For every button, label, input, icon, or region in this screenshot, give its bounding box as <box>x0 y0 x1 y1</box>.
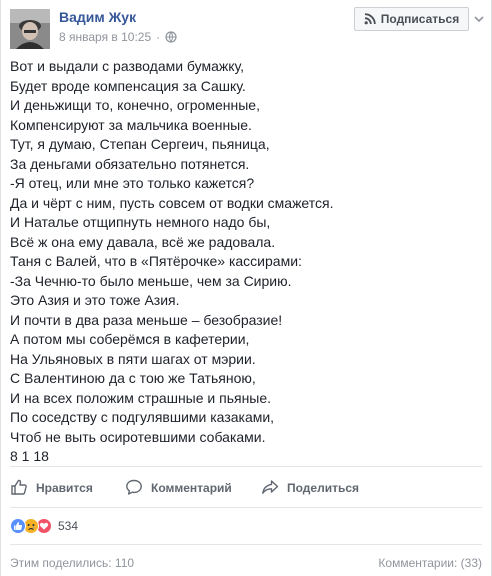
post-text: Вот и выдали с разводами бумажку, Будет в… <box>10 57 480 467</box>
comment-label: Комментарий <box>151 481 232 495</box>
post-text-line: 8 1 18 <box>10 448 49 464</box>
post-text-line: Тут, я думаю, Степан Сергеич, пьяница, <box>10 136 270 152</box>
comment-button[interactable]: Комментарий <box>125 474 232 502</box>
reactions-summary[interactable]: 534 <box>10 517 78 535</box>
post-text-line: На Ульяновых в пяти шагах от мэрии. <box>10 350 256 367</box>
post-footer: Этим поделились: 110 Комментарии: (33) <box>10 552 482 572</box>
rss-icon <box>364 13 376 25</box>
post-text-line: Всё ж она ему давала, всё же радовала. <box>10 233 276 250</box>
reaction-count: 534 <box>58 519 79 533</box>
post-text-line: За деньгами обязательно потянется. <box>10 155 250 172</box>
thumbs-up-icon <box>10 478 36 499</box>
globe-icon[interactable] <box>165 31 177 43</box>
post-text-line: И почти в два раза меньше – безобразие! <box>10 311 283 328</box>
footer-divider <box>10 544 482 545</box>
subscribe-button[interactable]: Подписаться <box>354 7 469 31</box>
post-text-line: И Наталье отщипнуть немного надо бы, <box>10 214 271 230</box>
like-label: Нравится <box>36 481 93 495</box>
share-label: Поделиться <box>287 481 360 495</box>
like-icon <box>10 518 26 534</box>
post-text-line: -Я отец, или мне это только кажется? <box>10 175 255 191</box>
post-text-line: Это Азия и это тоже Азия. <box>10 292 180 308</box>
avatar[interactable] <box>10 9 50 49</box>
post-text-line: Будет вроде компенсация за Сашку. <box>10 77 246 94</box>
post-text-line: -За Чечню-то было меньше, чем за Сирию. <box>10 272 292 289</box>
post-text-line: Компенсируют за мальчика военные. <box>10 116 252 133</box>
like-button[interactable]: Нравится <box>10 474 93 502</box>
shares-count[interactable]: Этим поделились: 110 <box>10 556 134 570</box>
post-text-line: И деньжищи то, конечно, огроменные, <box>10 97 260 113</box>
post-header: Вадим Жук 8 января в 10:25 · Подписаться <box>1 0 491 52</box>
post-text-line: Вот и выдали с разводами бумажку, <box>10 58 245 74</box>
share-icon <box>261 478 287 499</box>
subscribe-label: Подписаться <box>380 12 460 26</box>
chevron-down-icon[interactable] <box>473 12 485 24</box>
post-text-line: А потом мы соберёмся в кафетерии, <box>10 331 250 347</box>
post-text-line: Да и чёрт с ним, пусть совсем от водки с… <box>10 194 334 211</box>
post-text-line: И на всех положим страшные и пьяные. <box>10 389 272 406</box>
share-button[interactable]: Поделиться <box>261 474 359 502</box>
comments-count[interactable]: Комментарии: (33) <box>378 556 482 570</box>
post-text-line: С Валентиною да с тою же Татьяною, <box>10 370 256 386</box>
post-meta: 8 января в 10:25 · <box>59 30 177 44</box>
reactions-divider <box>10 507 482 508</box>
comment-icon <box>125 478 151 499</box>
post-timestamp[interactable]: 8 января в 10:25 <box>59 30 151 44</box>
post-text-line: Чтоб не выть осиротевшими собаками. <box>10 428 266 445</box>
post-card: Вадим Жук 8 января в 10:25 · Подписаться <box>0 0 492 576</box>
meta-separator: · <box>156 30 161 44</box>
post-actions: Нравится Комментарий Поделиться <box>1 474 491 502</box>
author-name[interactable]: Вадим Жук <box>59 9 136 25</box>
actions-top-divider <box>10 466 482 467</box>
post-text-line: Таня с Валей, что в «Пятёрочке» кассирам… <box>10 253 302 269</box>
post-text-line: По соседству с подгулявшими казаками, <box>10 409 275 425</box>
